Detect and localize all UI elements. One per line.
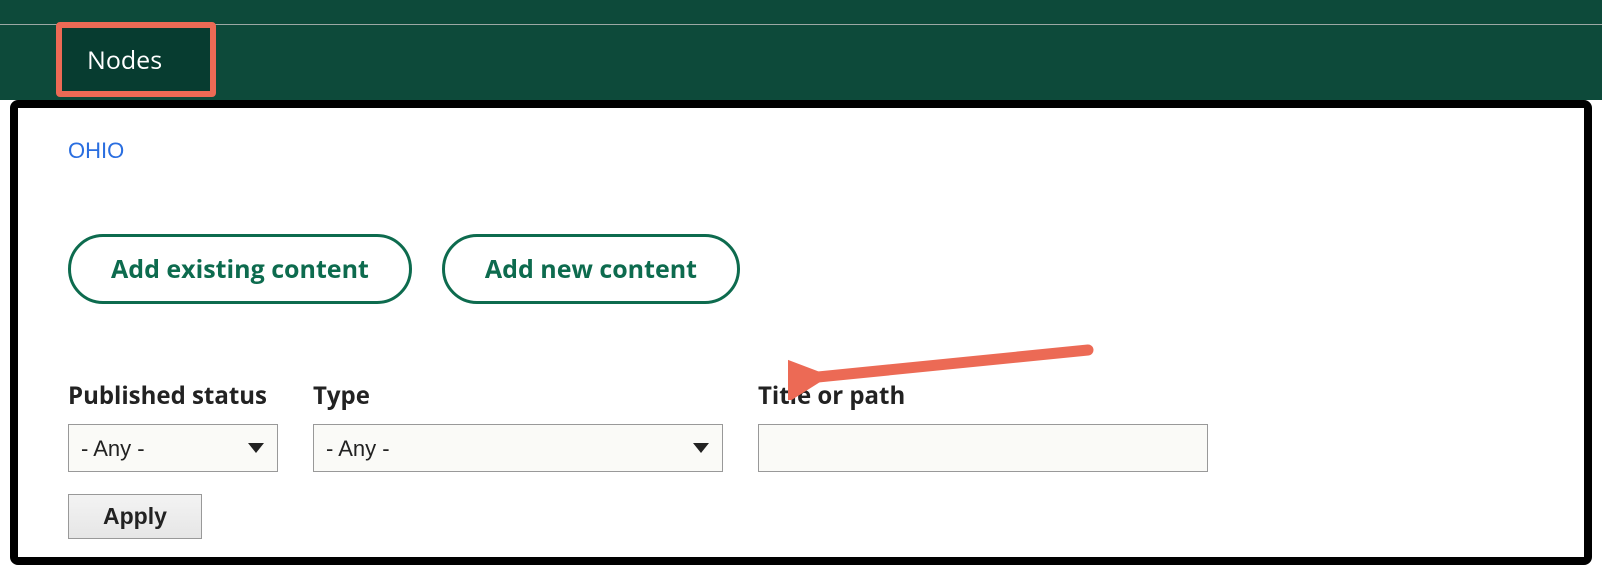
filter-row: Published status - Any - Type - Any - Ti… — [68, 379, 1534, 472]
add-existing-content-label: Add existing content — [111, 252, 369, 286]
tab-bar: Nodes — [0, 25, 1602, 100]
published-status-select-wrap: - Any - — [68, 424, 278, 472]
add-new-content-label: Add new content — [485, 252, 697, 286]
type-field: Type - Any - — [313, 379, 723, 472]
published-status-label: Published status — [68, 379, 278, 412]
tab-nodes-label: Nodes — [87, 43, 162, 77]
type-select[interactable]: - Any - — [313, 424, 723, 472]
add-existing-content-button[interactable]: Add existing content — [68, 234, 412, 304]
title-or-path-input[interactable] — [758, 424, 1208, 472]
type-label: Type — [313, 379, 723, 412]
apply-button-label: Apply — [103, 503, 167, 529]
breadcrumb-ohio[interactable]: OHIO — [68, 138, 124, 164]
published-status-select[interactable]: - Any - — [68, 424, 278, 472]
apply-button[interactable]: Apply — [68, 494, 202, 539]
tab-nodes[interactable]: Nodes — [56, 22, 216, 97]
title-or-path-field: Title or path — [758, 379, 1208, 472]
content-panel: OHIO Add existing content Add new conten… — [10, 100, 1592, 565]
top-strip — [0, 0, 1602, 25]
title-or-path-label: Title or path — [758, 379, 1208, 412]
breadcrumb-ohio-label: OHIO — [68, 138, 124, 163]
action-button-row: Add existing content Add new content — [68, 234, 1534, 304]
add-new-content-button[interactable]: Add new content — [442, 234, 740, 304]
type-select-wrap: - Any - — [313, 424, 723, 472]
published-status-field: Published status - Any - — [68, 379, 278, 472]
